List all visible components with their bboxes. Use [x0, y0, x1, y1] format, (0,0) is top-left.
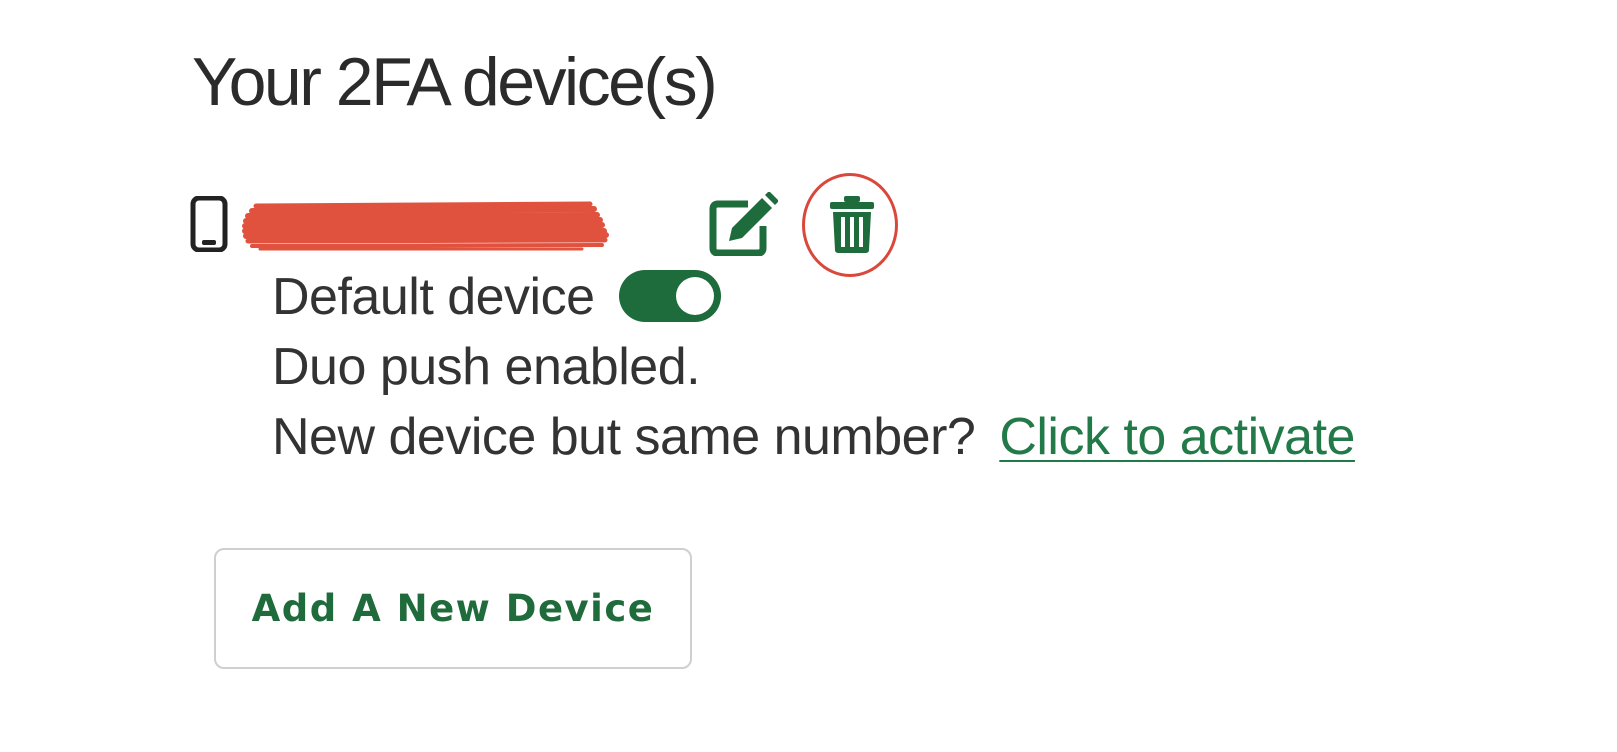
- new-device-line: New device but same number? Click to acti…: [272, 402, 1355, 472]
- device-details: Default device Duo push enabled. New dev…: [272, 262, 1355, 472]
- mobile-phone-icon: [190, 196, 228, 252]
- toggle-knob: [675, 277, 714, 316]
- page-title: Your 2FA device(s): [192, 44, 718, 120]
- default-device-toggle[interactable]: [618, 270, 721, 323]
- click-to-activate-link[interactable]: Click to activate: [999, 408, 1355, 466]
- device-name-redacted: [242, 201, 609, 251]
- device-row: [190, 173, 930, 277]
- add-new-device-button[interactable]: Add A New Device: [214, 548, 692, 669]
- default-device-label: Default device: [272, 268, 595, 326]
- edit-icon[interactable]: [708, 192, 778, 256]
- push-status-line: Duo push enabled.: [272, 338, 701, 396]
- new-device-prompt: New device but same number?: [272, 408, 976, 466]
- default-device-line: Default device: [272, 262, 1355, 332]
- trash-can-icon: [830, 196, 874, 253]
